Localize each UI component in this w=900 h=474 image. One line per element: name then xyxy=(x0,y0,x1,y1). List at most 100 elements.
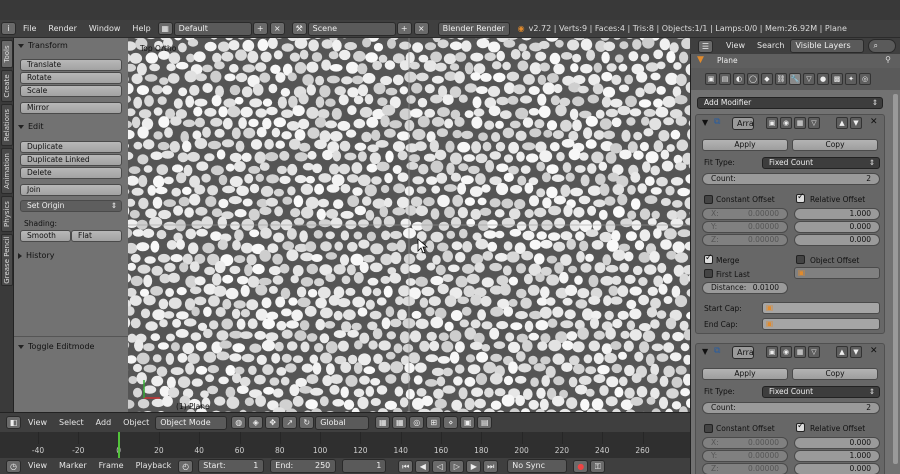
menu-select[interactable]: Select xyxy=(53,414,90,432)
move-up-icon[interactable]: ▲ xyxy=(836,346,848,358)
snap-icon[interactable]: ⊞ xyxy=(426,416,442,429)
remove-scene-icon[interactable]: × xyxy=(413,22,429,35)
count-field[interactable]: Count: 2 xyxy=(702,402,880,414)
copy-button[interactable]: Copy xyxy=(792,368,878,380)
rotate-button[interactable]: Rotate xyxy=(20,72,122,84)
set-origin-select[interactable]: Set Origin ⇕ xyxy=(20,200,122,212)
menu-help[interactable]: Help xyxy=(126,20,156,38)
properties-scrollbar[interactable] xyxy=(893,94,898,464)
tab-scene-icon[interactable]: ◐ xyxy=(733,73,745,85)
editor-type-icon[interactable]: ◧ xyxy=(6,416,21,429)
screen-layout-field[interactable]: Default xyxy=(173,21,252,36)
modifier-name-field[interactable]: Arra xyxy=(732,117,754,130)
tab-physics[interactable]: Physics xyxy=(1,196,13,232)
fit-type-select[interactable]: Fixed Count ⇕ xyxy=(762,157,880,169)
history-panel-header[interactable]: History xyxy=(18,251,54,260)
tab-animation[interactable]: Animation xyxy=(1,148,13,194)
constant-z-field[interactable]: Z: 0.00000 xyxy=(702,463,788,474)
record-icon[interactable]: ● xyxy=(573,459,589,473)
rotate-manipulator-icon[interactable]: ↻ xyxy=(299,416,315,429)
start-frame-field[interactable]: Start: 1 xyxy=(198,459,265,473)
tab-data-icon[interactable]: ▽ xyxy=(803,73,815,85)
tab-modifiers-icon[interactable]: 🔧 xyxy=(789,73,801,85)
menu-render[interactable]: Render xyxy=(42,20,82,38)
menu-file[interactable]: File xyxy=(17,20,42,38)
render-engine-select[interactable]: Blender Render xyxy=(437,21,510,36)
constant-x-field[interactable]: X: 0.00000 xyxy=(702,437,788,449)
render-preview-icon[interactable]: ▣ xyxy=(460,416,476,429)
editor-type-icon[interactable]: ◷ xyxy=(6,459,21,473)
jump-start-icon[interactable]: ⏮ xyxy=(398,459,414,473)
tab-world-icon[interactable]: ◯ xyxy=(747,73,759,85)
constant-offset-checkbox[interactable] xyxy=(704,195,713,204)
tab-relations[interactable]: Relations xyxy=(1,104,13,146)
menu-view[interactable]: View xyxy=(22,457,53,474)
remove-modifier-icon[interactable]: ✕ xyxy=(870,346,878,356)
move-down-icon[interactable]: ▼ xyxy=(850,346,862,358)
render-toggle-icon[interactable]: ▣ xyxy=(766,117,778,129)
relative-y-field[interactable]: 0.000 xyxy=(794,221,880,233)
mirror-button[interactable]: Mirror xyxy=(20,102,122,114)
constant-y-field[interactable]: Y: 0.00000 xyxy=(702,221,788,233)
modifier-name-field[interactable]: Arra xyxy=(732,346,754,359)
opengl-render-icon[interactable]: ▤ xyxy=(477,416,493,429)
tab-object-icon[interactable]: ◆ xyxy=(761,73,773,85)
cage-toggle-icon[interactable]: ▽ xyxy=(808,346,820,358)
count-field[interactable]: Count: 2 xyxy=(702,173,880,185)
pin-icon[interactable]: ⚲ xyxy=(885,55,891,64)
flat-button[interactable]: Flat xyxy=(71,230,122,242)
relative-z-field[interactable]: 0.000 xyxy=(794,463,880,474)
delete-button[interactable]: Delete xyxy=(20,167,122,179)
manipulator-icon[interactable]: ✥ xyxy=(265,416,281,429)
layer-buttons-icon[interactable]: ▦ xyxy=(375,416,391,429)
smooth-button[interactable]: Smooth xyxy=(20,230,71,242)
viewport-toggle-icon[interactable]: ◉ xyxy=(780,346,792,358)
outliner-editor-icon[interactable]: ☰ xyxy=(698,39,713,53)
tab-tools[interactable]: Tools xyxy=(1,40,13,68)
3d-viewport[interactable]: Top Ortho (1) Plane xyxy=(128,38,690,412)
play-icon[interactable]: ▷ xyxy=(449,459,465,473)
constant-z-field[interactable]: Z: 0.00000 xyxy=(702,234,788,246)
menu-object[interactable]: Object xyxy=(117,414,155,432)
merge-checkbox[interactable] xyxy=(704,253,713,264)
display-mode-select[interactable]: Visible Layers xyxy=(790,39,865,53)
end-frame-field[interactable]: End: 250 xyxy=(270,459,337,473)
outliner-search-menu[interactable]: Search xyxy=(751,37,790,55)
move-down-icon[interactable]: ▼ xyxy=(850,117,862,129)
sync-mode-select[interactable]: No Sync xyxy=(507,459,568,473)
fit-type-select[interactable]: Fixed Count ⇕ xyxy=(762,386,880,398)
scale-button[interactable]: Scale xyxy=(20,85,122,97)
constant-y-field[interactable]: Y: 0.00000 xyxy=(702,450,788,462)
add-scene-icon[interactable]: + xyxy=(396,22,412,35)
relative-y-field[interactable]: 1.000 xyxy=(794,450,880,462)
tab-layers-icon[interactable]: ▤ xyxy=(719,73,731,85)
tab-create[interactable]: Create xyxy=(1,70,13,102)
constant-x-field[interactable]: X: 0.00000 xyxy=(702,208,788,220)
current-frame-field[interactable]: 1 xyxy=(342,459,387,473)
interaction-mode-select[interactable]: Object Mode xyxy=(155,415,228,430)
scene-icon[interactable]: ⚒ xyxy=(291,22,307,35)
screen-layout-icon[interactable]: ▦ xyxy=(157,22,173,35)
constant-offset-checkbox[interactable] xyxy=(704,424,713,433)
relative-offset-checkbox[interactable] xyxy=(796,421,805,432)
collapse-triangle-icon[interactable]: ▼ xyxy=(702,118,708,127)
timeline[interactable]: -40-200204060801001201401601802002202402… xyxy=(0,432,690,458)
keying-set-icon[interactable]: ⚿ xyxy=(590,459,606,473)
tab-material-icon[interactable]: ● xyxy=(817,73,829,85)
relative-x-field[interactable]: 0.000 xyxy=(794,437,880,449)
preview-range-icon[interactable]: ◴ xyxy=(178,459,194,473)
operator-panel-header[interactable]: Toggle Editmode xyxy=(18,342,94,351)
viewport-toggle-icon[interactable]: ◉ xyxy=(780,117,792,129)
editor-type-icon[interactable]: i xyxy=(1,22,16,35)
apply-button[interactable]: Apply xyxy=(702,368,788,380)
tab-constraints-icon[interactable]: ⛓ xyxy=(775,73,787,85)
add-modifier-select[interactable]: Add Modifier ⇕ xyxy=(697,97,883,109)
offset-object-field[interactable]: ▣ xyxy=(794,267,880,279)
menu-view[interactable]: View xyxy=(22,414,53,432)
editmode-toggle-icon[interactable]: ▦ xyxy=(794,117,806,129)
prev-keyframe-icon[interactable]: ◀ xyxy=(415,459,431,473)
start-cap-field[interactable]: ▣ xyxy=(762,302,880,314)
first-last-checkbox[interactable] xyxy=(704,269,713,278)
tab-grease-pencil[interactable]: Grease Pencil xyxy=(1,234,13,286)
next-keyframe-icon[interactable]: ▶ xyxy=(466,459,482,473)
